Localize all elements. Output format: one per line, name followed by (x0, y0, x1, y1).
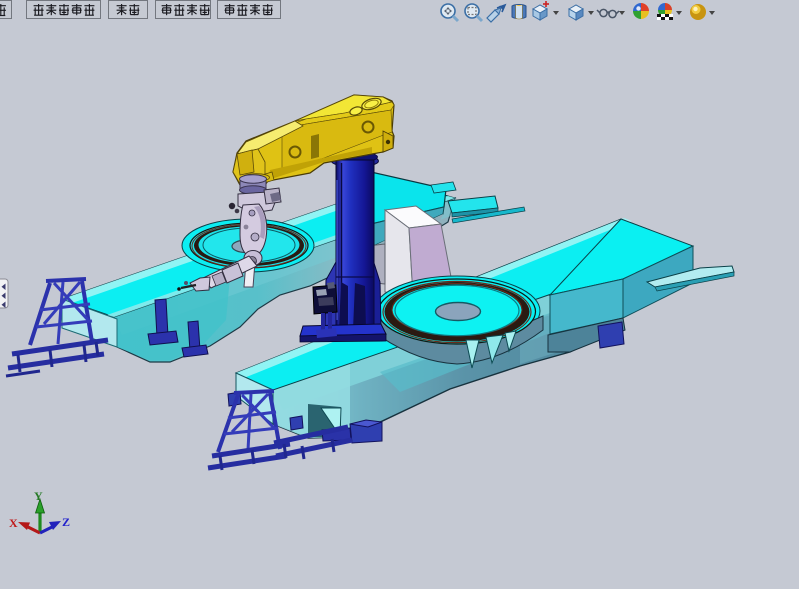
svg-text:X: X (9, 516, 18, 530)
svg-text:Y: Y (34, 489, 43, 503)
svg-text:Z: Z (62, 515, 70, 529)
